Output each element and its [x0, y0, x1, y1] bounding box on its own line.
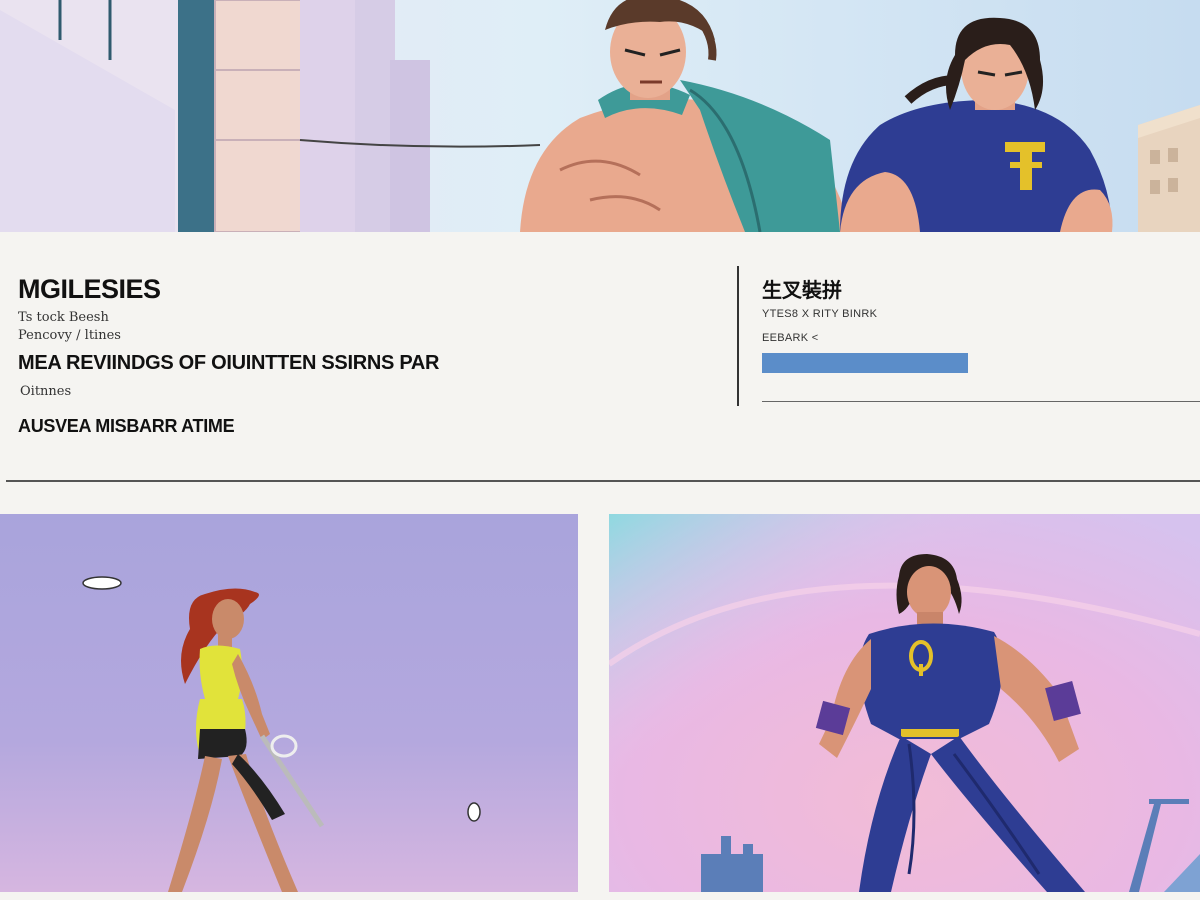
meta-line: Pencovy / ltines [18, 328, 121, 343]
comic-panel-right [609, 514, 1200, 892]
hero-banner [0, 0, 1200, 232]
banner-illustration [0, 0, 1200, 232]
comic-panel-left [0, 514, 578, 892]
headline: MEA REVIINDGS OF OIUINTTEN SSIRNS PAR [18, 352, 440, 374]
subheadline: AUSVEA MISBARR ATIME [18, 416, 235, 436]
panel-left-illustration [0, 514, 578, 892]
sidebar-title: 生叉裝拼 [762, 278, 842, 302]
info-panel: MGILESIES Ts tock Beesh Pencovy / ltines… [0, 232, 1200, 482]
sidebar-meta: EEBARK < [762, 332, 819, 344]
building-left [0, 0, 225, 232]
meta-line: Oitnnes [20, 384, 72, 399]
shuttlecock-icon [82, 576, 122, 590]
column-divider [737, 266, 739, 406]
section-divider [6, 480, 1200, 482]
accent-bar [762, 353, 968, 373]
sidebar-meta: YTES8 X RITY BINRK [762, 308, 878, 320]
sidebar-divider [762, 401, 1200, 402]
page-title: MGILESIES [18, 274, 161, 304]
building-right [1138, 105, 1200, 232]
meta-line: Ts tock Beesh [18, 310, 109, 325]
ball-icon [467, 802, 481, 822]
panel-right-illustration [609, 514, 1200, 892]
